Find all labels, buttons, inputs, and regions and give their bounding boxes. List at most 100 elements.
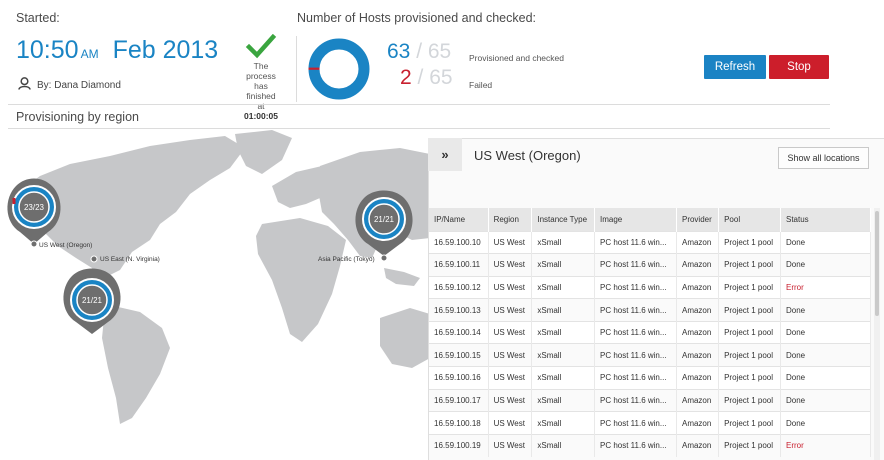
table-scroll-thumb[interactable] — [875, 211, 879, 316]
cell-status-error: Error — [780, 433, 871, 457]
cell-pool: Project 1 pool — [718, 366, 781, 390]
col-region[interactable]: Region — [488, 208, 533, 231]
col-instance-type[interactable]: Instance Type — [531, 208, 595, 231]
cell-status: Done — [780, 388, 871, 412]
refresh-button[interactable]: Refresh — [704, 55, 766, 79]
failed-total: / 65 — [417, 66, 453, 89]
cell-region: US West — [488, 433, 533, 457]
cell-image: PC host 11.6 win... — [594, 230, 677, 254]
cell-provider: Amazon — [676, 411, 720, 435]
cell-status: Done — [780, 253, 871, 277]
finished-line-1: The process — [246, 61, 276, 81]
pin-label-us-east: US East (N. Virginia) — [100, 256, 160, 263]
cell-provider: Amazon — [676, 230, 720, 254]
table-row[interactable]: 16.59.100.10 US West xSmall PC host 11.6 wi… — [429, 230, 871, 254]
cell-ip: 16.59.100.19 — [429, 433, 489, 457]
header-bottom-rule — [8, 104, 830, 105]
cell-pool: Project 1 pool — [718, 343, 781, 367]
double-chevron-right-icon[interactable]: » — [428, 138, 462, 171]
cell-instance-type: xSmall — [531, 388, 595, 412]
col-provider[interactable]: Provider — [676, 208, 720, 231]
cell-instance-type: xSmall — [531, 230, 595, 254]
table-header-row: IP/Name Region Instance Type Image Provi… — [429, 208, 871, 231]
provisioned-value: 63 — [387, 40, 411, 63]
pin-count-asia-pacific: 21/21 — [373, 215, 395, 224]
cell-ip: 16.59.100.14 — [429, 320, 489, 344]
provisioned-total: / 65 — [416, 40, 452, 63]
cell-region: US West — [488, 275, 533, 299]
stop-button[interactable]: Stop — [769, 55, 829, 79]
pin-label-asia-pacific: Asia Pacific (Tokyo) — [318, 256, 375, 263]
panel-title: US West (Oregon) — [474, 148, 581, 163]
cell-pool: Project 1 pool — [718, 275, 781, 299]
cell-pool: Project 1 pool — [718, 411, 781, 435]
cell-pool: Project 1 pool — [718, 320, 781, 344]
header-divider — [296, 36, 297, 102]
cell-region: US West — [488, 230, 533, 254]
cell-provider: Amazon — [676, 388, 720, 412]
started-by: By: Dana Diamond — [18, 77, 121, 93]
cell-ip: 16.59.100.16 — [429, 366, 489, 390]
cell-image: PC host 11.6 win... — [594, 433, 677, 457]
cell-status: Done — [780, 343, 871, 367]
started-by-text: By: Dana Diamond — [37, 79, 121, 91]
provisioned-count: 63 / 65 — [387, 40, 451, 64]
cell-ip: 16.59.100.15 — [429, 343, 489, 367]
progress-donut — [306, 36, 372, 102]
col-pool[interactable]: Pool — [718, 208, 781, 231]
col-status[interactable]: Status — [780, 208, 871, 231]
cell-provider: Amazon — [676, 275, 720, 299]
cell-region: US West — [488, 298, 533, 322]
cell-instance-type: xSmall — [531, 320, 595, 344]
world-map — [0, 128, 430, 460]
pin-count-us-east: 21/21 — [81, 296, 103, 305]
start-time-value: 10:50 — [16, 36, 79, 64]
cell-instance-type: xSmall — [531, 298, 595, 322]
cell-status: Done — [780, 366, 871, 390]
finished-note: The process has finished at 01:00:05 — [240, 61, 282, 121]
table-row[interactable]: 16.59.100.11 US West xSmall PC host 11.6 wi… — [429, 253, 871, 277]
cell-provider: Amazon — [676, 298, 720, 322]
cell-image: PC host 11.6 win... — [594, 411, 677, 435]
table-row[interactable]: 16.59.100.19 US West xSmall PC host 11.6 wi… — [429, 433, 871, 457]
cell-pool: Project 1 pool — [718, 388, 781, 412]
cell-ip: 16.59.100.10 — [429, 230, 489, 254]
table-row[interactable]: 16.59.100.18 US West xSmall PC host 11.6 wi… — [429, 411, 871, 435]
table-row[interactable]: 16.59.100.17 US West xSmall PC host 11.6 wi… — [429, 388, 871, 412]
cell-region: US West — [488, 411, 533, 435]
start-time: 10:50 AM Feb 2013 — [16, 36, 218, 65]
cell-provider: Amazon — [676, 433, 720, 457]
table-row[interactable]: 16.59.100.13 US West xSmall PC host 11.6 wi… — [429, 298, 871, 322]
table-row[interactable]: 16.59.100.15 US West xSmall PC host 11.6 wi… — [429, 343, 871, 367]
started-label: Started: — [16, 11, 60, 25]
hosts-table: IP/Name Region Instance Type Image Provi… — [429, 208, 871, 457]
cell-status: Done — [780, 411, 871, 435]
cell-region: US West — [488, 366, 533, 390]
start-date: Feb 2013 — [112, 36, 219, 64]
cell-instance-type: xSmall — [531, 433, 595, 457]
cell-ip: 16.59.100.11 — [429, 253, 489, 277]
provisioned-label: Provisioned and checked — [469, 53, 564, 63]
cell-ip: 16.59.100.18 — [429, 411, 489, 435]
col-image[interactable]: Image — [594, 208, 677, 231]
cell-ip: 16.59.100.12 — [429, 275, 489, 299]
cell-ip: 16.59.100.17 — [429, 388, 489, 412]
cell-region: US West — [488, 253, 533, 277]
cell-provider: Amazon — [676, 366, 720, 390]
col-ip-name[interactable]: IP/Name — [429, 208, 489, 231]
provisioning-title: Provisioning by region — [16, 110, 139, 124]
cell-instance-type: xSmall — [531, 366, 595, 390]
pin-count-us-west: 23/23 — [23, 203, 45, 212]
cell-provider: Amazon — [676, 253, 720, 277]
failed-count: 2 / 65 — [400, 66, 453, 90]
cell-region: US West — [488, 343, 533, 367]
cell-status-error: Error — [780, 275, 871, 299]
show-all-locations-button[interactable]: Show all locations — [778, 147, 869, 169]
table-row[interactable]: 16.59.100.14 US West xSmall PC host 11.6 wi… — [429, 320, 871, 344]
cell-instance-type: xSmall — [531, 275, 595, 299]
finished-time: 01:00:05 — [243, 111, 279, 121]
table-row[interactable]: 16.59.100.16 US West xSmall PC host 11.6 wi… — [429, 366, 871, 390]
cell-pool: Project 1 pool — [718, 298, 781, 322]
table-row[interactable]: 16.59.100.12 US West xSmall PC host 11.6 wi… — [429, 275, 871, 299]
cell-image: PC host 11.6 win... — [594, 298, 677, 322]
